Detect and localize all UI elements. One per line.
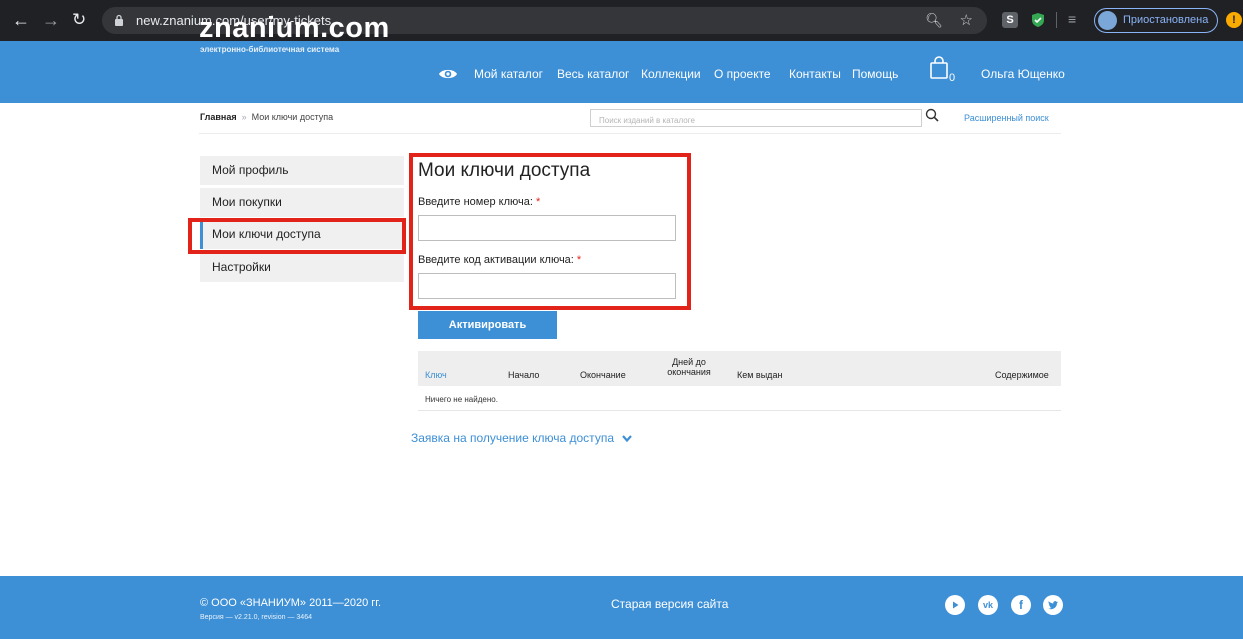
column-header-days-left-line2: окончания	[667, 367, 711, 377]
forward-arrow-icon[interactable]: →	[42, 10, 60, 30]
youtube-icon[interactable]	[945, 595, 965, 615]
sidebar-item-settings[interactable]: Настройки	[200, 253, 404, 282]
table-row: Ничего не найдено.	[418, 386, 1061, 411]
request-key-link[interactable]: Заявка на получение ключа доступа	[411, 431, 633, 445]
sidebar-item-profile[interactable]: Мой профиль	[200, 156, 404, 185]
breadcrumb-separator: »	[241, 112, 247, 122]
cart-count: 0	[949, 72, 956, 84]
avatar	[1098, 11, 1117, 30]
nav-help[interactable]: Помощь	[852, 67, 898, 81]
extension-s-icon[interactable]: S	[1002, 12, 1018, 28]
profile-status-label: Приостановлена	[1123, 14, 1209, 26]
old-site-link[interactable]: Старая версия сайта	[611, 597, 728, 611]
sidebar-item-purchases[interactable]: Мои покупки	[200, 188, 404, 217]
site-logo-subtitle: электронно-библиотечная система	[200, 45, 340, 54]
breadcrumb: Главная » Мои ключи доступа	[200, 112, 333, 122]
nav-collections[interactable]: Коллекции	[641, 67, 701, 81]
extension-shield-icon[interactable]	[1030, 12, 1046, 28]
nav-full-catalog[interactable]: Весь каталог	[557, 67, 629, 81]
version-text: Версия — v2.21.0, revision — 3464	[200, 614, 312, 621]
update-alert-icon[interactable]: !	[1226, 12, 1242, 28]
keys-table-header: Ключ Начало Окончание Дней до окончания …	[418, 351, 1061, 386]
activate-button[interactable]: Активировать	[418, 311, 557, 339]
column-header-contents: Содержимое	[995, 370, 1049, 380]
advanced-search-link[interactable]: Расширенный поиск	[964, 113, 1049, 123]
request-key-link-text[interactable]: Заявка на получение ключа доступа	[411, 431, 614, 445]
eye-icon[interactable]	[438, 67, 458, 81]
empty-table-message: Ничего не найдено.	[425, 395, 498, 404]
column-header-end: Окончание	[580, 370, 626, 380]
search-input[interactable]	[591, 112, 921, 129]
user-name-link[interactable]: Ольга Ющенко	[981, 67, 1065, 81]
toolbar-divider	[1056, 12, 1057, 28]
nav-my-catalog[interactable]: Мой каталог	[474, 67, 543, 81]
zoom-icon[interactable]: 🔍︎	[925, 12, 943, 29]
lock-icon	[115, 14, 123, 26]
highlight-box-sidebar	[188, 218, 406, 254]
column-header-start: Начало	[508, 370, 540, 380]
cart-bag-icon[interactable]	[929, 56, 949, 80]
copyright-text: © ООО «ЗНАНИУМ» 2011—2020 гг.	[200, 597, 382, 609]
search-icon[interactable]	[925, 108, 939, 122]
column-header-days-left: Дней до окончания	[664, 357, 714, 377]
chevron-down-icon[interactable]	[622, 435, 633, 442]
column-header-issued-by: Кем выдан	[737, 370, 783, 380]
nav-about[interactable]: О проекте	[714, 67, 771, 81]
breadcrumb-current: Мои ключи доступа	[251, 112, 334, 122]
reload-icon[interactable]: ↻	[72, 10, 86, 30]
back-arrow-icon[interactable]: ←	[12, 10, 30, 30]
vk-icon[interactable]: vk	[978, 595, 998, 615]
column-header-key[interactable]: Ключ	[425, 370, 447, 380]
nav-contacts[interactable]: Контакты	[789, 67, 841, 81]
profile-button[interactable]: Приостановлена	[1094, 8, 1218, 33]
site-logo[interactable]: znanium.com	[199, 14, 390, 43]
catalog-search	[590, 109, 922, 129]
reading-list-icon[interactable]: ≡	[1068, 11, 1076, 27]
facebook-icon[interactable]: f	[1011, 595, 1031, 615]
browser-toolbar: ← → ↻ new.znanium.com/user/my-tickets 🔍︎…	[0, 0, 1243, 41]
column-header-days-left-line1: Дней до	[672, 357, 706, 367]
bookmark-star-icon[interactable]: ☆	[960, 11, 973, 29]
breadcrumb-home[interactable]: Главная	[200, 112, 237, 122]
divider	[199, 133, 1061, 134]
twitter-icon[interactable]	[1043, 595, 1063, 615]
highlight-box-form	[409, 153, 691, 310]
